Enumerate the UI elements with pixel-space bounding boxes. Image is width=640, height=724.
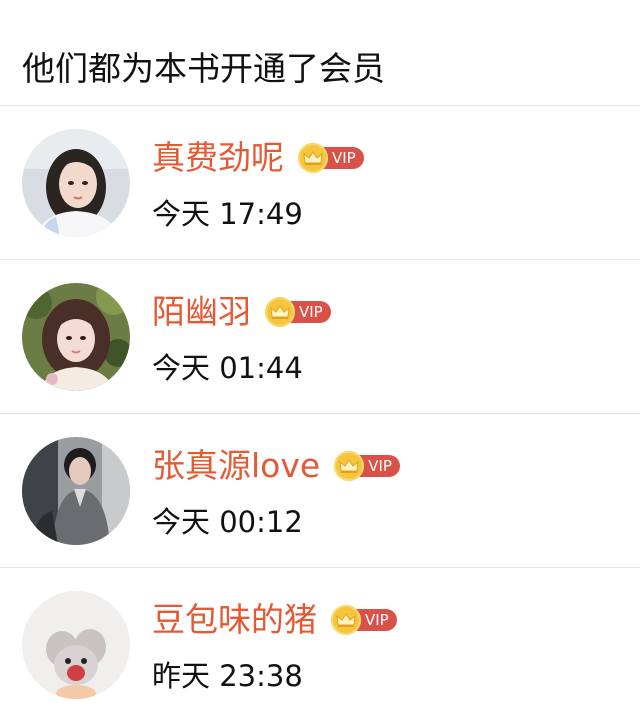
- page-title: 他们都为本书开通了会员: [0, 0, 640, 106]
- list-item[interactable]: 豆包味的猪 VIP 昨天 23:38: [0, 568, 640, 722]
- avatar[interactable]: [22, 283, 130, 391]
- vip-badge: VIP: [298, 143, 364, 173]
- list-item[interactable]: 张真源love VIP 今天 00:12: [0, 414, 640, 568]
- list-item[interactable]: 陌幽羽 VIP 今天 01:44: [0, 260, 640, 414]
- member-name[interactable]: 真费劲呢: [152, 138, 284, 178]
- member-time: 昨天 23:38: [152, 659, 303, 693]
- vip-badge: VIP: [334, 451, 400, 481]
- list-item[interactable]: 真费劲呢 VIP 今天 17:49: [0, 106, 640, 260]
- crown-icon: [334, 451, 365, 481]
- avatar[interactable]: [22, 129, 130, 237]
- vip-badge: VIP: [331, 605, 397, 635]
- crown-icon: [265, 297, 295, 327]
- member-time: 今天 17:49: [152, 197, 303, 231]
- member-time: 今天 01:44: [152, 351, 303, 385]
- vip-members-page: 他们都为本书开通了会员 真费劲呢 VIP 今天 17:49 陌幽羽 VIP 今天…: [0, 0, 640, 724]
- crown-icon: [298, 143, 328, 173]
- member-name[interactable]: 张真源love: [152, 446, 320, 486]
- member-name[interactable]: 豆包味的猪: [152, 600, 317, 640]
- member-time: 今天 00:12: [152, 505, 303, 539]
- member-list: 真费劲呢 VIP 今天 17:49 陌幽羽 VIP 今天 01:44 张真源lo…: [0, 106, 640, 722]
- member-name[interactable]: 陌幽羽: [152, 292, 251, 332]
- avatar[interactable]: [22, 437, 130, 545]
- avatar[interactable]: [22, 591, 130, 699]
- vip-badge: VIP: [265, 297, 331, 327]
- crown-icon: [331, 605, 361, 635]
